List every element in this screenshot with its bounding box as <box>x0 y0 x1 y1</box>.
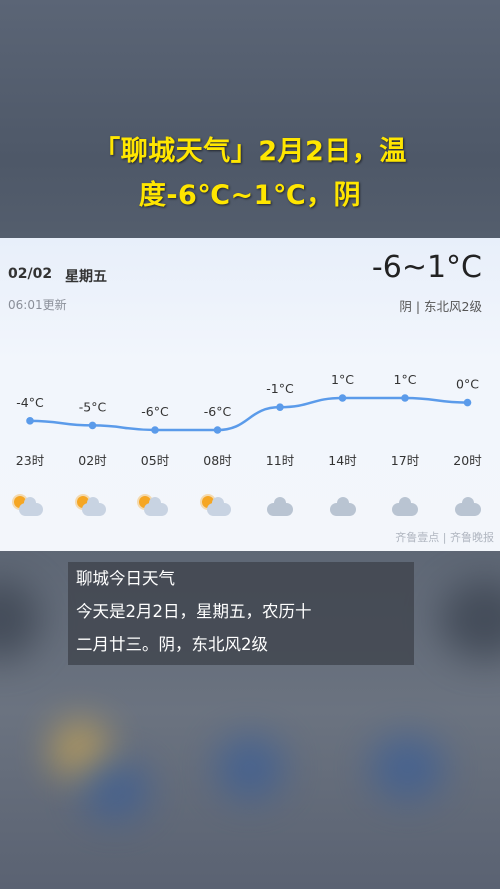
condition-wind: 阴 | 东北风2级 <box>399 299 482 314</box>
temperature-point <box>213 426 222 434</box>
hour-label: 08时 <box>203 453 232 468</box>
hourly-temperature-chart: -4°C 23时 -5°C 02时 -6°C 05时 -6°C 08时 -1°C 11时 1°C 14… <box>16 372 482 468</box>
partly-cloudy-icon <box>12 494 48 524</box>
cloudy-icon <box>262 494 298 524</box>
hour-label: 23时 <box>16 453 45 468</box>
temperature-label: -4°C <box>16 395 44 410</box>
hour-label: 20时 <box>453 453 482 468</box>
hour-label: 14时 <box>328 453 357 468</box>
temperature-label: 1°C <box>331 372 354 387</box>
partly-cloudy-icon <box>137 494 173 524</box>
date-label: 02/02 <box>8 266 53 282</box>
caption-box: 聊城今日天气 今天是2月2日，星期五，农历十 二月廿三。阴，东北风2级 <box>68 562 414 665</box>
temperature-point <box>401 394 409 402</box>
temperature-range: -6~1°C <box>371 250 482 285</box>
caption-title: 聊城今日天气 <box>76 569 175 588</box>
temperature-point <box>26 417 34 425</box>
partly-cloudy-icon <box>200 494 236 524</box>
temperature-label: 0°C <box>456 377 479 392</box>
temperature-label: -6°C <box>141 404 169 419</box>
hour-label: 11时 <box>266 453 295 468</box>
partly-cloudy-icon <box>75 494 111 524</box>
headline-line-2: 度-6℃~1℃，阴 <box>138 180 362 211</box>
hour-label: 17时 <box>391 453 420 468</box>
caption-line-3: 二月廿三。阴，东北风2级 <box>76 635 268 654</box>
weather-card: 02/02 星期五 06:01更新 -6~1°C 阴 | 东北风2级 -4°C 2… <box>0 238 500 551</box>
temperature-point <box>463 398 472 407</box>
hour-label: 05时 <box>141 453 170 468</box>
temperature-point <box>338 394 347 402</box>
temperature-label: -6°C <box>204 404 232 419</box>
cloudy-icon <box>387 494 423 524</box>
headline: 「聊城天气」2月2日，温 度-6℃~1℃，阴 <box>0 130 500 218</box>
hourly-weather-icons <box>0 494 500 530</box>
temperature-point <box>151 426 159 434</box>
watermark: 齐鲁壹点 | 齐鲁晚报 <box>395 531 494 544</box>
update-time: 06:01更新 <box>8 298 67 312</box>
weekday-label: 星期五 <box>65 269 107 285</box>
hour-label: 02时 <box>78 453 107 468</box>
cloudy-icon <box>450 494 486 524</box>
temperature-point <box>88 421 97 430</box>
temperature-label: -1°C <box>266 381 294 396</box>
temperature-label: 1°C <box>394 372 417 387</box>
temperature-point <box>276 403 284 411</box>
temperature-label: -5°C <box>79 399 107 414</box>
caption-line-2: 今天是2月2日，星期五，农历十 <box>76 602 312 621</box>
headline-line-1: 「聊城天气」2月2日，温 <box>93 136 407 167</box>
cloudy-icon <box>325 494 361 524</box>
